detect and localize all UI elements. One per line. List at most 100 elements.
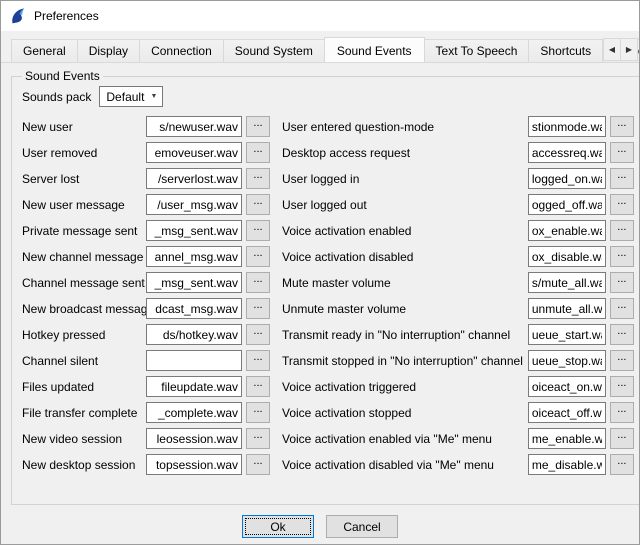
browse-button[interactable]: ... [610,194,634,215]
row-user-logged-in: User logged in ... [282,168,634,189]
browse-button[interactable]: ... [610,298,634,319]
sound-file-input[interactable] [528,350,606,371]
sound-file-input[interactable] [146,142,242,163]
tab-bar: General Display Connection Sound System … [1,31,639,63]
row-label: Transmit stopped in "No interruption" ch… [282,354,528,368]
row-label: Voice activation stopped [282,406,528,420]
sound-file-input[interactable] [528,324,606,345]
sound-file-input[interactable] [146,454,242,475]
preferences-window: Preferences General Display Connection S… [0,0,640,545]
browse-button[interactable]: ... [246,142,270,163]
sounds-pack-value: Default [106,90,144,104]
browse-button[interactable]: ... [610,220,634,241]
sound-file-input[interactable] [528,194,606,215]
row-new-user-message: New user message ... [22,194,270,215]
browse-button[interactable]: ... [610,428,634,449]
tab-connection[interactable]: Connection [139,39,224,62]
sound-file-input[interactable] [528,402,606,423]
ok-button[interactable]: Ok [242,515,314,538]
row-label: User logged out [282,198,528,212]
browse-button[interactable]: ... [246,350,270,371]
sound-file-input[interactable] [528,454,606,475]
browse-button[interactable]: ... [610,454,634,475]
tab-shortcuts[interactable]: Shortcuts [528,39,603,62]
sound-file-input[interactable] [528,376,606,397]
sound-file-input[interactable] [146,298,242,319]
tab-sound-system[interactable]: Sound System [223,39,325,62]
row-new-broadcast-message: New broadcast message ... [22,298,270,319]
row-new-video-session: New video session ... [22,428,270,449]
browse-button[interactable]: ... [246,324,270,345]
right-arrow-icon: ▶ [626,45,632,54]
tab-scroll-control: ◀ ▶ [604,38,638,61]
tab-scroll-left-button[interactable]: ◀ [603,38,621,61]
sound-file-input[interactable] [146,194,242,215]
row-server-lost: Server lost ... [22,168,270,189]
row-label: New video session [22,432,146,446]
row-label: Voice activation triggered [282,380,528,394]
cancel-button[interactable]: Cancel [326,515,398,538]
sound-file-input[interactable] [146,246,242,267]
tab-text-to-speech[interactable]: Text To Speech [424,39,530,62]
browse-button[interactable]: ... [246,116,270,137]
sound-file-input[interactable] [146,220,242,241]
row-label: Files updated [22,380,146,394]
sound-file-input[interactable] [528,246,606,267]
browse-button[interactable]: ... [246,298,270,319]
row-label: New user message [22,198,146,212]
browse-button[interactable]: ... [246,428,270,449]
row-voice-activation-disabled: Voice activation disabled ... [282,246,634,267]
browse-button[interactable]: ... [610,350,634,371]
browse-button[interactable]: ... [610,116,634,137]
browse-button[interactable]: ... [610,402,634,423]
browse-button[interactable]: ... [246,220,270,241]
row-new-channel-message: New channel message ... [22,246,270,267]
dialog-footer: Ok Cancel [11,515,629,538]
row-label: Private message sent [22,224,146,238]
browse-button[interactable]: ... [246,194,270,215]
browse-button[interactable]: ... [610,246,634,267]
row-files-updated: Files updated ... [22,376,270,397]
browse-button[interactable]: ... [610,376,634,397]
sound-file-input[interactable] [146,324,242,345]
sound-file-input[interactable] [146,402,242,423]
browse-button[interactable]: ... [246,376,270,397]
row-voice-activation-triggered: Voice activation triggered ... [282,376,634,397]
sound-events-column-left: New user ... User removed ... Server los… [22,116,270,480]
sound-file-input[interactable] [146,376,242,397]
chevron-down-icon: ▼ [145,93,162,100]
row-desktop-access-request: Desktop access request ... [282,142,634,163]
sound-file-input[interactable] [528,428,606,449]
browse-button[interactable]: ... [246,402,270,423]
browse-button[interactable]: ... [610,142,634,163]
row-file-transfer-complete: File transfer complete ... [22,402,270,423]
tab-sound-events[interactable]: Sound Events [324,37,425,63]
sounds-pack-row: Sounds pack Default ▼ [22,86,634,107]
row-label: Voice activation enabled [282,224,528,238]
sound-file-input[interactable] [528,220,606,241]
browse-button[interactable]: ... [610,168,634,189]
browse-button[interactable]: ... [610,272,634,293]
sound-file-input[interactable] [528,168,606,189]
tab-display[interactable]: Display [77,39,140,62]
sound-file-input[interactable] [146,168,242,189]
sounds-pack-select[interactable]: Default ▼ [99,86,163,107]
row-user-entered-question-mode: User entered question-mode ... [282,116,634,137]
row-label: User entered question-mode [282,120,528,134]
sound-file-input[interactable] [528,298,606,319]
tab-general[interactable]: General [11,39,78,62]
tab-scroll-right-button[interactable]: ▶ [620,38,638,61]
browse-button[interactable]: ... [246,168,270,189]
sound-file-input[interactable] [146,116,242,137]
browse-button[interactable]: ... [246,272,270,293]
row-label: Mute master volume [282,276,528,290]
sound-file-input[interactable] [528,116,606,137]
sound-file-input[interactable] [146,350,242,371]
sound-file-input[interactable] [528,142,606,163]
sound-file-input[interactable] [528,272,606,293]
sound-file-input[interactable] [146,272,242,293]
sound-file-input[interactable] [146,428,242,449]
browse-button[interactable]: ... [246,454,270,475]
browse-button[interactable]: ... [610,324,634,345]
browse-button[interactable]: ... [246,246,270,267]
